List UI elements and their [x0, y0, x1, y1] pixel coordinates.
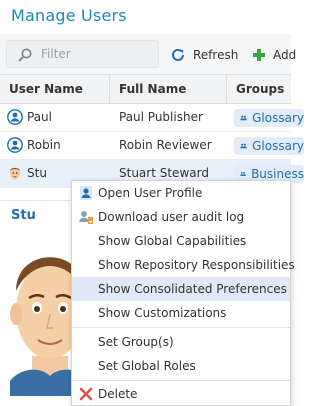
menu-separator [72, 327, 290, 328]
table-row[interactable]: Robin Robin Reviewer Glossary [0, 132, 304, 160]
menu-item-label: Show Consolidated Preferences [98, 282, 287, 296]
toolbar: Filter Refresh Add [0, 34, 296, 74]
menu-item-set-global-roles[interactable]: Set Global Roles [72, 354, 290, 378]
menu-item-label: Set Global Roles [98, 359, 196, 373]
group-tag-label: Glossary [252, 111, 304, 125]
context-menu: Open User Profile Download user audit lo… [71, 180, 295, 406]
row-fullname: Paul Publisher [119, 110, 203, 124]
menu-item-label: Show Global Capabilities [98, 234, 247, 248]
refresh-label: Refresh [193, 48, 239, 62]
group-users-icon [240, 115, 247, 121]
group-tag-label: Business [251, 167, 304, 181]
grid-header: User Name Full Name Groups [0, 74, 291, 104]
menu-item-show-customizations[interactable]: Show Customizations [72, 301, 290, 325]
group-users-icon [240, 171, 246, 176]
menu-item-set-groups[interactable]: Set Group(s) [72, 330, 290, 354]
avatar-icon [10, 167, 20, 180]
group-tag[interactable]: Glossary [234, 109, 304, 127]
user-icon [7, 137, 23, 153]
user-profile-icon [80, 186, 92, 200]
menu-separator [72, 380, 290, 381]
menu-item-show-consolidated-preferences[interactable]: Show Consolidated Preferences [72, 277, 290, 301]
download-audit-icon [79, 211, 93, 224]
menu-item-label: Show Repository Responsibilities [98, 258, 295, 272]
user-icon [7, 109, 23, 125]
column-header-fullname[interactable]: Full Name [110, 75, 227, 104]
refresh-button[interactable]: Refresh [170, 45, 238, 65]
group-tag-label: Glossary [252, 139, 304, 153]
menu-item-label: Open User Profile [98, 186, 203, 200]
menu-item-delete[interactable]: Delete [72, 382, 290, 406]
delete-x-icon [79, 387, 93, 401]
menu-item-show-global-capabilities[interactable]: Show Global Capabilities [72, 229, 290, 253]
add-button[interactable]: Add [252, 45, 296, 65]
page-title: Manage Users [11, 6, 127, 25]
filter-input[interactable]: Filter [6, 40, 159, 68]
refresh-icon [172, 48, 184, 61]
menu-item-download-audit-log[interactable]: Download user audit log [72, 205, 290, 229]
group-tag[interactable]: Glossary [234, 137, 304, 155]
search-icon [18, 48, 32, 62]
filter-placeholder: Filter [41, 47, 71, 61]
row-username: Robin [27, 138, 61, 152]
row-username: Paul [27, 110, 52, 124]
menu-item-open-user-profile[interactable]: Open User Profile [72, 181, 290, 205]
page-title-bar: Manage Users [0, 0, 291, 34]
detail-user-name: Stu [11, 208, 36, 223]
menu-item-label: Delete [98, 387, 138, 401]
add-plus-icon [253, 49, 265, 61]
menu-item-label: Show Customizations [98, 306, 227, 320]
menu-item-label: Set Group(s) [98, 335, 174, 349]
table-row[interactable]: Paul Paul Publisher Glossary [0, 104, 304, 132]
column-header-username[interactable]: User Name [0, 75, 110, 104]
column-header-groups[interactable]: Groups [227, 75, 307, 104]
add-label: Add [273, 48, 297, 62]
group-users-icon [240, 143, 247, 149]
menu-item-label: Download user audit log [98, 210, 245, 224]
menu-item-show-repository-responsibilities[interactable]: Show Repository Responsibilities [72, 253, 295, 277]
row-fullname: Robin Reviewer [119, 138, 212, 152]
